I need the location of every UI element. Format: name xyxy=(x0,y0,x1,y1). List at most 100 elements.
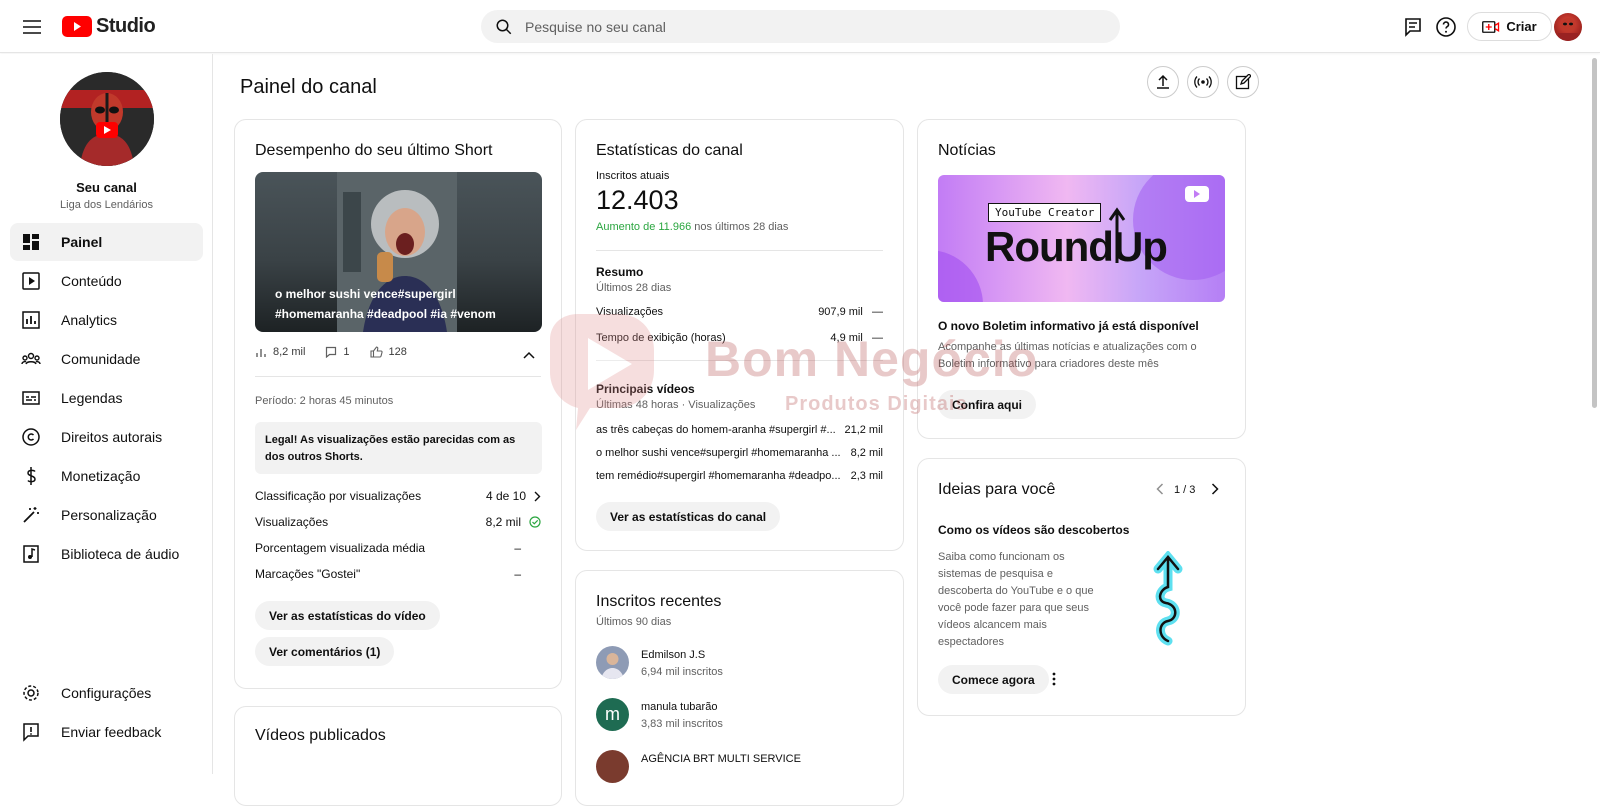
banner-title: RoundUp xyxy=(985,223,1168,270)
metric-value: – xyxy=(514,541,521,555)
ideas-pager: 1 / 3 xyxy=(1174,484,1196,496)
top-video-row[interactable]: tem remédio#supergirl #homemaranha #dead… xyxy=(596,470,883,482)
short-likes: 128 xyxy=(388,346,407,358)
sidebar-item-feedback[interactable]: Enviar feedback xyxy=(10,713,203,751)
summary-label: Tempo de exibição (horas) xyxy=(596,332,726,344)
news-banner[interactable]: YouTube Creator RoundUp xyxy=(938,175,1225,302)
more-vert-icon[interactable] xyxy=(1052,672,1056,686)
top-video-row[interactable]: o melhor sushi vence#supergirl #homemara… xyxy=(596,447,883,459)
analytics-icon xyxy=(22,311,40,329)
subscriber-avatar[interactable] xyxy=(596,750,629,783)
sidebar-item-monetization[interactable]: Monetização xyxy=(10,457,203,495)
divider xyxy=(255,376,541,377)
subscriber-subs: 3,83 mil inscritos xyxy=(641,718,723,730)
page-title: Painel do canal xyxy=(240,76,377,98)
summary-period: Últimos 28 dias xyxy=(596,282,672,294)
create-label: Criar xyxy=(1506,19,1537,34)
sidebar-item-subtitles[interactable]: Legendas xyxy=(10,379,203,417)
video-stats-button[interactable]: Ver as estatísticas do vídeo xyxy=(255,601,440,630)
discovery-arrow-icon xyxy=(1153,551,1183,646)
summary-trend: — xyxy=(872,332,883,344)
add-video-icon xyxy=(1482,20,1500,33)
metric-value: 8,2 mil xyxy=(485,515,521,529)
subs-value: 12.403 xyxy=(596,185,679,215)
magic-wand-icon xyxy=(23,507,39,523)
subscriber-avatar[interactable]: m xyxy=(596,698,629,731)
create-post-button[interactable] xyxy=(1227,66,1259,98)
channel-avatar[interactable] xyxy=(60,72,154,166)
like-icon xyxy=(369,346,383,358)
sidebar-item-customization[interactable]: Personalização xyxy=(10,496,203,534)
top-video-title: tem remédio#supergirl #homemaranha #dead… xyxy=(596,470,841,482)
channel-stats-button[interactable]: Ver as estatísticas do canal xyxy=(596,502,781,531)
divider xyxy=(596,360,883,361)
menu-icon[interactable] xyxy=(20,15,44,39)
upload-button[interactable] xyxy=(1147,66,1179,98)
summary-row: Tempo de exibição (horas) 4,9 mil — xyxy=(596,332,883,344)
channel-name: Seu canal xyxy=(76,180,137,195)
subtitles-icon xyxy=(22,391,40,405)
top-video-views: 8,2 mil xyxy=(850,447,883,459)
news-card: Notícias YouTube Creator RoundUp O novo … xyxy=(917,119,1246,439)
subscriber-subs: 6,94 mil inscritos xyxy=(641,666,723,678)
channel-stats-card: Estatísticas do canal Inscritos atuais 1… xyxy=(575,119,904,551)
sidebar-item-settings[interactable]: Configurações xyxy=(10,674,203,712)
channel-handle: Liga dos Lendários xyxy=(60,199,153,211)
help-icon[interactable] xyxy=(1434,15,1458,39)
chevron-right-icon[interactable] xyxy=(1211,483,1219,495)
subscriber-avatar[interactable] xyxy=(596,646,629,679)
chevron-left-icon[interactable] xyxy=(1156,483,1164,495)
growth-suffix: nos últimos 28 dias xyxy=(691,221,789,233)
card-title: Vídeos publicados xyxy=(255,727,386,744)
subscriber-name[interactable]: Edmilson J.S xyxy=(641,649,705,661)
audio-library-icon xyxy=(23,545,39,563)
card-title: Desempenho do seu último Short xyxy=(255,142,493,159)
sidebar-item-community[interactable]: Comunidade xyxy=(10,340,203,378)
start-now-button[interactable]: Comece agora xyxy=(938,665,1049,694)
sidebar-item-audio-library[interactable]: Biblioteca de áudio xyxy=(10,535,203,573)
ideas-body: Saiba como funcionam os sistemas de pesq… xyxy=(938,551,1094,648)
upload-icon xyxy=(1157,74,1169,89)
scrollbar[interactable] xyxy=(1592,58,1597,408)
copyright-icon xyxy=(22,428,40,446)
content-icon xyxy=(22,272,40,290)
sidebar-item-copyright[interactable]: Direitos autorais xyxy=(10,418,203,456)
gear-icon xyxy=(23,685,39,701)
sidebar-item-label: Comunidade xyxy=(61,351,141,367)
search-bar[interactable] xyxy=(481,10,1120,43)
metric-value: 4 de 10 xyxy=(485,489,526,503)
view-comments-button[interactable]: Ver comentários (1) xyxy=(255,637,395,666)
feedback-icon xyxy=(23,723,39,742)
messages-icon[interactable] xyxy=(1401,15,1425,39)
chevron-right-icon[interactable] xyxy=(534,491,541,502)
account-avatar[interactable] xyxy=(1554,13,1582,41)
card-title: Estatísticas do canal xyxy=(596,142,743,159)
performance-notice: Legal! As visualizações estão parecidas … xyxy=(255,422,542,474)
subscriber-name[interactable]: AGÊNCIA BRT MULTI SERVICE xyxy=(641,753,801,765)
top-video-views: 2,3 mil xyxy=(850,470,883,482)
studio-logo[interactable]: Studio xyxy=(62,14,156,38)
news-headline: O novo Boletim informativo já está dispo… xyxy=(938,319,1199,333)
dashboard-icon xyxy=(23,234,39,250)
check-news-button[interactable]: Confira aqui xyxy=(938,390,1037,419)
last-short-card: Desempenho do seu último Short o melhor … xyxy=(234,119,562,689)
top-video-row[interactable]: as três cabeças do homem-aranha #supergi… xyxy=(596,424,883,436)
sidebar-item-content[interactable]: Conteúdo xyxy=(10,262,203,300)
top-video-views: 21,2 mil xyxy=(844,424,883,436)
sidebar-item-analytics[interactable]: Analytics xyxy=(10,301,203,339)
chevron-up-icon[interactable] xyxy=(523,351,535,359)
ideas-card: Ideias para você 1 / 3 Como os vídeos sã… xyxy=(917,458,1246,716)
metric-label: Porcentagem visualizada média xyxy=(255,541,426,555)
short-thumbnail[interactable]: o melhor sushi vence#supergirl #homemara… xyxy=(255,172,542,332)
card-title: Ideias para você xyxy=(938,481,1056,498)
summary-trend: — xyxy=(872,306,883,318)
person-avatar-icon xyxy=(601,653,624,679)
create-button[interactable]: Criar xyxy=(1467,12,1552,41)
recent-subs-period: Últimos 90 dias xyxy=(596,616,672,628)
subscriber-name[interactable]: manula tubarão xyxy=(641,701,717,713)
go-live-button[interactable] xyxy=(1187,66,1219,98)
sidebar-item-dashboard[interactable]: Painel xyxy=(10,223,203,261)
metric-value-wrap: 4 de 10 xyxy=(486,489,541,503)
search-input[interactable] xyxy=(525,18,1085,35)
sidebar: Seu canal Liga dos Lendários Painel Cont… xyxy=(0,54,213,774)
